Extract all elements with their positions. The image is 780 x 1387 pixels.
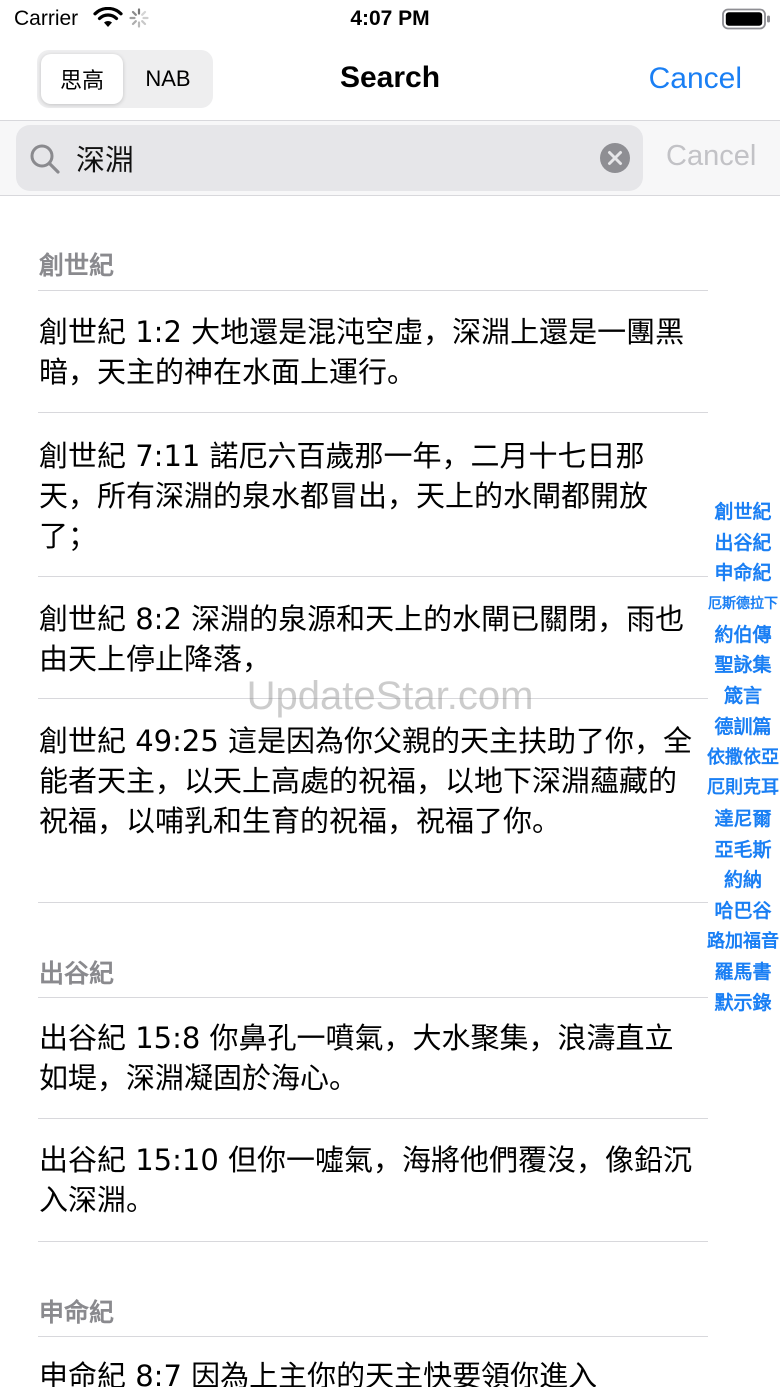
separator (38, 1336, 708, 1337)
navigation-bar: 思高 NAB Search Cancel (0, 44, 780, 120)
separator (38, 1118, 708, 1119)
section-index[interactable]: 創世紀 出谷紀 申命紀 厄斯德拉下 約伯傳 聖詠集 箴言 德訓篇 依撒依亞 厄則… (706, 497, 780, 1019)
clear-text-icon[interactable] (599, 142, 631, 174)
index-item[interactable]: 達尼爾 (706, 804, 780, 835)
battery-icon (722, 8, 770, 30)
result-row[interactable]: 創世紀 7:11 諾厄六百歲那一年，二月十七日那天，所有深淵的泉水都冒出，天上的… (39, 436, 699, 556)
section-header-exodus: 出谷紀 (39, 959, 115, 988)
index-item[interactable]: 亞毛斯 (706, 835, 780, 866)
index-item[interactable]: 厄則克耳 (706, 773, 780, 804)
index-item[interactable]: 出谷紀 (706, 528, 780, 559)
result-row[interactable]: 創世紀 8:2 深淵的泉源和天上的水閘已關閉，雨也由天上停止降落， (39, 599, 699, 679)
status-bar: Carrier 4:07 PM (0, 0, 780, 40)
index-item[interactable]: 約伯傳 (706, 620, 780, 651)
index-item[interactable]: 羅馬書 (706, 957, 780, 988)
index-item[interactable]: 厄斯德拉下 (706, 589, 780, 620)
separator (38, 412, 708, 413)
index-item[interactable]: 箴言 (706, 681, 780, 712)
index-item[interactable]: 哈巴谷 (706, 896, 780, 927)
section-header-deuteronomy: 申命紀 (39, 1298, 115, 1327)
result-row[interactable]: 創世紀 49:25 這是因為你父親的天主扶助了你，全能者天主，以天上高處的祝福，… (39, 721, 699, 841)
search-icon (30, 144, 60, 174)
separator (38, 1241, 708, 1242)
index-item[interactable]: 聖詠集 (706, 650, 780, 681)
separator (38, 576, 708, 577)
index-item[interactable]: 約納 (706, 865, 780, 896)
separator (38, 698, 708, 699)
index-item[interactable]: 申命紀 (706, 558, 780, 589)
search-results-list: 創世紀 創世紀 1:2 大地還是混沌空虛，深淵上還是一團黑暗，天主的神在水面上運… (0, 196, 708, 1387)
index-item[interactable]: 默示錄 (706, 988, 780, 1019)
status-time: 4:07 PM (350, 7, 430, 30)
index-item[interactable]: 創世紀 (706, 497, 780, 528)
nav-cancel-button[interactable]: Cancel (649, 62, 742, 96)
index-item[interactable]: 德訓篇 (706, 712, 780, 743)
section-header-genesis: 創世紀 (39, 251, 115, 280)
separator (38, 902, 708, 903)
index-item[interactable]: 路加福音 (706, 927, 780, 958)
search-cancel-button[interactable]: Cancel (666, 140, 756, 173)
result-row[interactable]: 出谷紀 15:8 你鼻孔一噴氣，大水聚集，浪濤直立如堤，深淵凝固於海心。 (39, 1018, 699, 1098)
separator (38, 997, 708, 998)
result-row[interactable]: 創世紀 1:2 大地還是混沌空虛，深淵上還是一團黑暗，天主的神在水面上運行。 (39, 312, 699, 392)
separator (38, 290, 708, 291)
result-row[interactable]: 出谷紀 15:10 但你一噓氣，海將他們覆沒，像鉛沉入深淵。 (39, 1140, 699, 1220)
search-bar: Cancel (0, 121, 780, 195)
search-field[interactable] (16, 125, 643, 191)
search-input[interactable] (76, 135, 596, 181)
index-item[interactable]: 依撒依亞 (706, 743, 780, 774)
result-row[interactable]: 申命紀 8:7 因為上主你的天主快要領你進入 (39, 1356, 699, 1387)
